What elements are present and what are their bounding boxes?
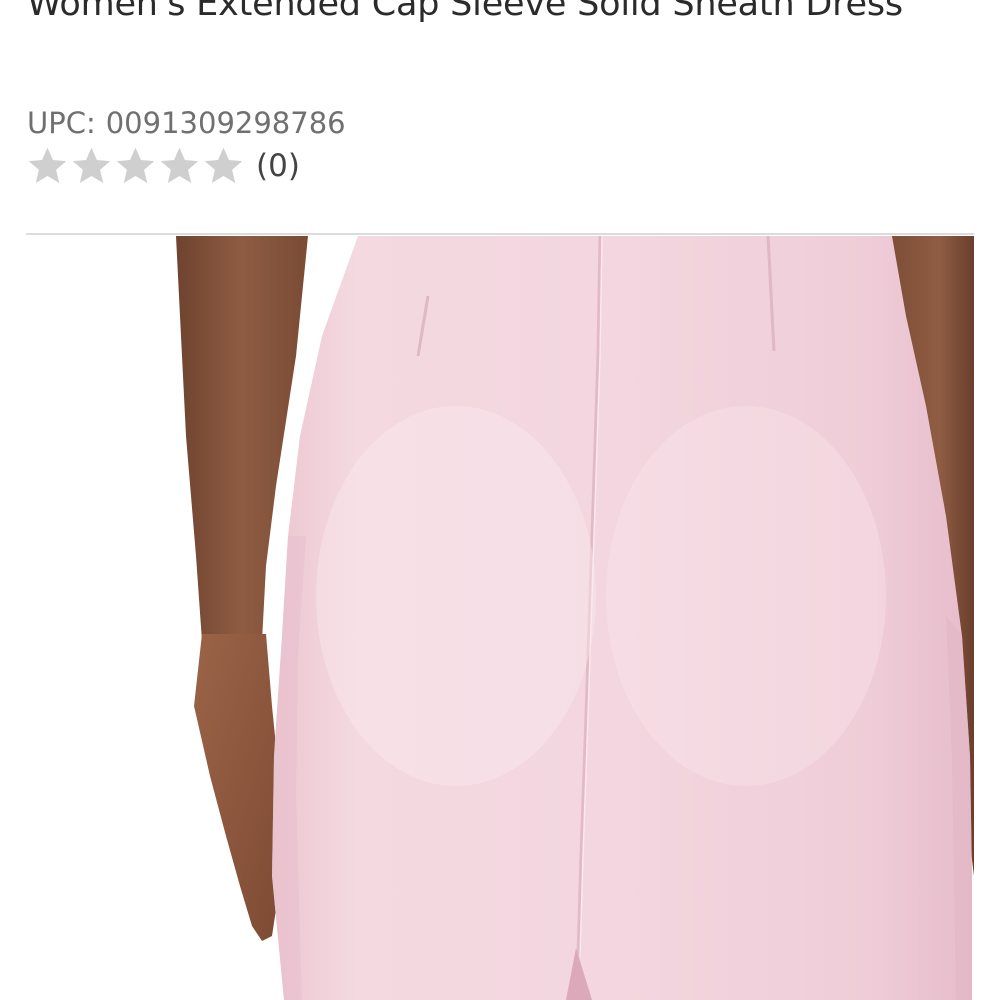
product-detail-page: Women's Extended Cap Sleeve Solid Sheath… — [0, 0, 1000, 1000]
rating-summary[interactable]: (0) — [26, 143, 300, 189]
dress-back-view-illustration — [176, 236, 974, 1000]
star-empty-icon — [204, 147, 243, 183]
review-count[interactable]: (0) — [256, 143, 300, 189]
star-empty-icon — [72, 147, 111, 183]
star-empty-icon — [116, 147, 155, 183]
product-image[interactable] — [26, 236, 974, 1000]
product-title: Women's Extended Cap Sleeve Solid Sheath… — [27, 0, 903, 24]
star-empty-icon — [28, 147, 67, 183]
upc-value: 0091309298786 — [105, 106, 346, 140]
left-hand — [194, 634, 282, 941]
star-empty-icon — [160, 147, 199, 183]
star-rating — [26, 145, 246, 187]
section-divider — [26, 233, 974, 235]
upc-label: UPC: — [27, 106, 96, 140]
upc-row: UPC: 0091309298786 — [27, 104, 346, 142]
